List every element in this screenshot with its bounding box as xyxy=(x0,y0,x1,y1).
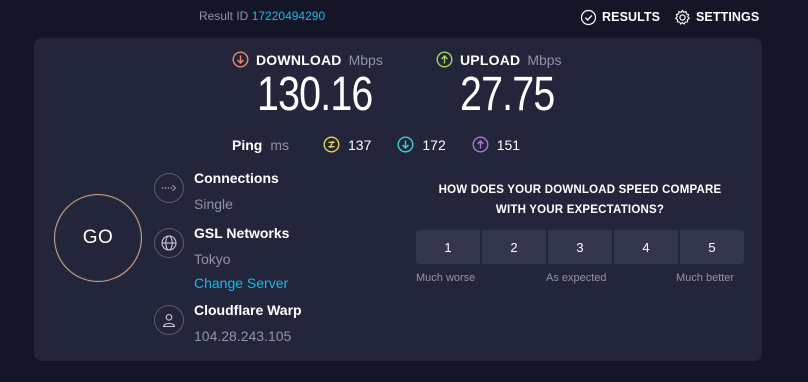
dotted-arrow-icon xyxy=(154,173,184,203)
download-value: 130.16 xyxy=(257,68,373,121)
upload-unit: Mbps xyxy=(527,51,562,68)
rating-option-1[interactable]: 1 xyxy=(416,230,480,264)
connections-value: Single xyxy=(194,196,233,212)
ping-unit: ms xyxy=(270,136,290,153)
ping-upload-value: 151 xyxy=(496,136,521,153)
rating-scale: 1 2 3 4 5 xyxy=(416,230,744,264)
ping-download-value: 172 xyxy=(422,136,446,153)
settings-button[interactable]: SETTINGS xyxy=(674,7,759,27)
survey-question-line-1: HOW DOES YOUR DOWNLOAD SPEED COMPARE xyxy=(438,184,722,196)
change-server-link[interactable]: Change Server xyxy=(194,275,288,291)
results-button[interactable]: RESULTS xyxy=(580,7,660,27)
download-label: DOWNLOAD xyxy=(256,51,342,68)
server-title: GSL Networks xyxy=(194,225,290,241)
ping-upload: 151 xyxy=(472,136,520,153)
download-unit: Mbps xyxy=(348,51,383,68)
results-label: RESULTS xyxy=(602,10,661,24)
result-id-label: Result ID xyxy=(199,9,249,23)
settings-label: SETTINGS xyxy=(696,10,760,24)
globe-icon xyxy=(154,228,184,258)
go-button[interactable]: GO xyxy=(54,194,142,282)
ping-download: 172 xyxy=(397,136,446,153)
result-id: Result ID 17220494290 xyxy=(199,9,325,23)
upload-header: UPLOAD Mbps xyxy=(436,51,562,68)
connections-title: Connections xyxy=(194,170,279,186)
ping-idle-icon xyxy=(323,136,340,153)
download-header: DOWNLOAD Mbps xyxy=(232,51,383,68)
rating-option-5[interactable]: 5 xyxy=(680,230,744,264)
survey-question-line-2: WITH YOUR EXPECTATIONS? xyxy=(495,204,665,216)
survey-question: HOW DOES YOUR DOWNLOAD SPEED COMPARE WIT… xyxy=(416,180,744,220)
ping-idle: 137 xyxy=(323,136,371,153)
rating-option-4[interactable]: 4 xyxy=(614,230,678,264)
top-bar: Result ID 17220494290 RESULTS SETTINGS xyxy=(0,0,808,34)
host-ip: 104.28.243.105 xyxy=(194,328,292,344)
ping-label: Ping xyxy=(232,136,263,153)
rating-option-3[interactable]: 3 xyxy=(548,230,612,264)
scale-label-high: Much better xyxy=(676,272,735,284)
host-title: Cloudflare Warp xyxy=(194,302,302,318)
ping-row: Ping ms 137 172 151 xyxy=(232,136,546,153)
scale-label-low: Much worse xyxy=(416,272,476,284)
ping-idle-value: 137 xyxy=(348,136,372,153)
upload-value: 27.75 xyxy=(460,68,555,121)
gear-icon xyxy=(674,9,691,25)
check-circle-icon xyxy=(580,9,597,25)
result-id-link[interactable]: 17220494290 xyxy=(252,9,325,23)
ping-upload-icon xyxy=(472,136,489,153)
rating-option-2[interactable]: 2 xyxy=(482,230,546,264)
ping-download-icon xyxy=(397,136,414,153)
arrow-up-circle-icon xyxy=(436,51,453,68)
upload-label: UPLOAD xyxy=(460,51,521,68)
arrow-down-circle-icon xyxy=(232,51,249,68)
server-location: Tokyo xyxy=(194,251,231,267)
scale-label-mid: As expected xyxy=(546,272,607,284)
user-icon xyxy=(154,305,184,335)
